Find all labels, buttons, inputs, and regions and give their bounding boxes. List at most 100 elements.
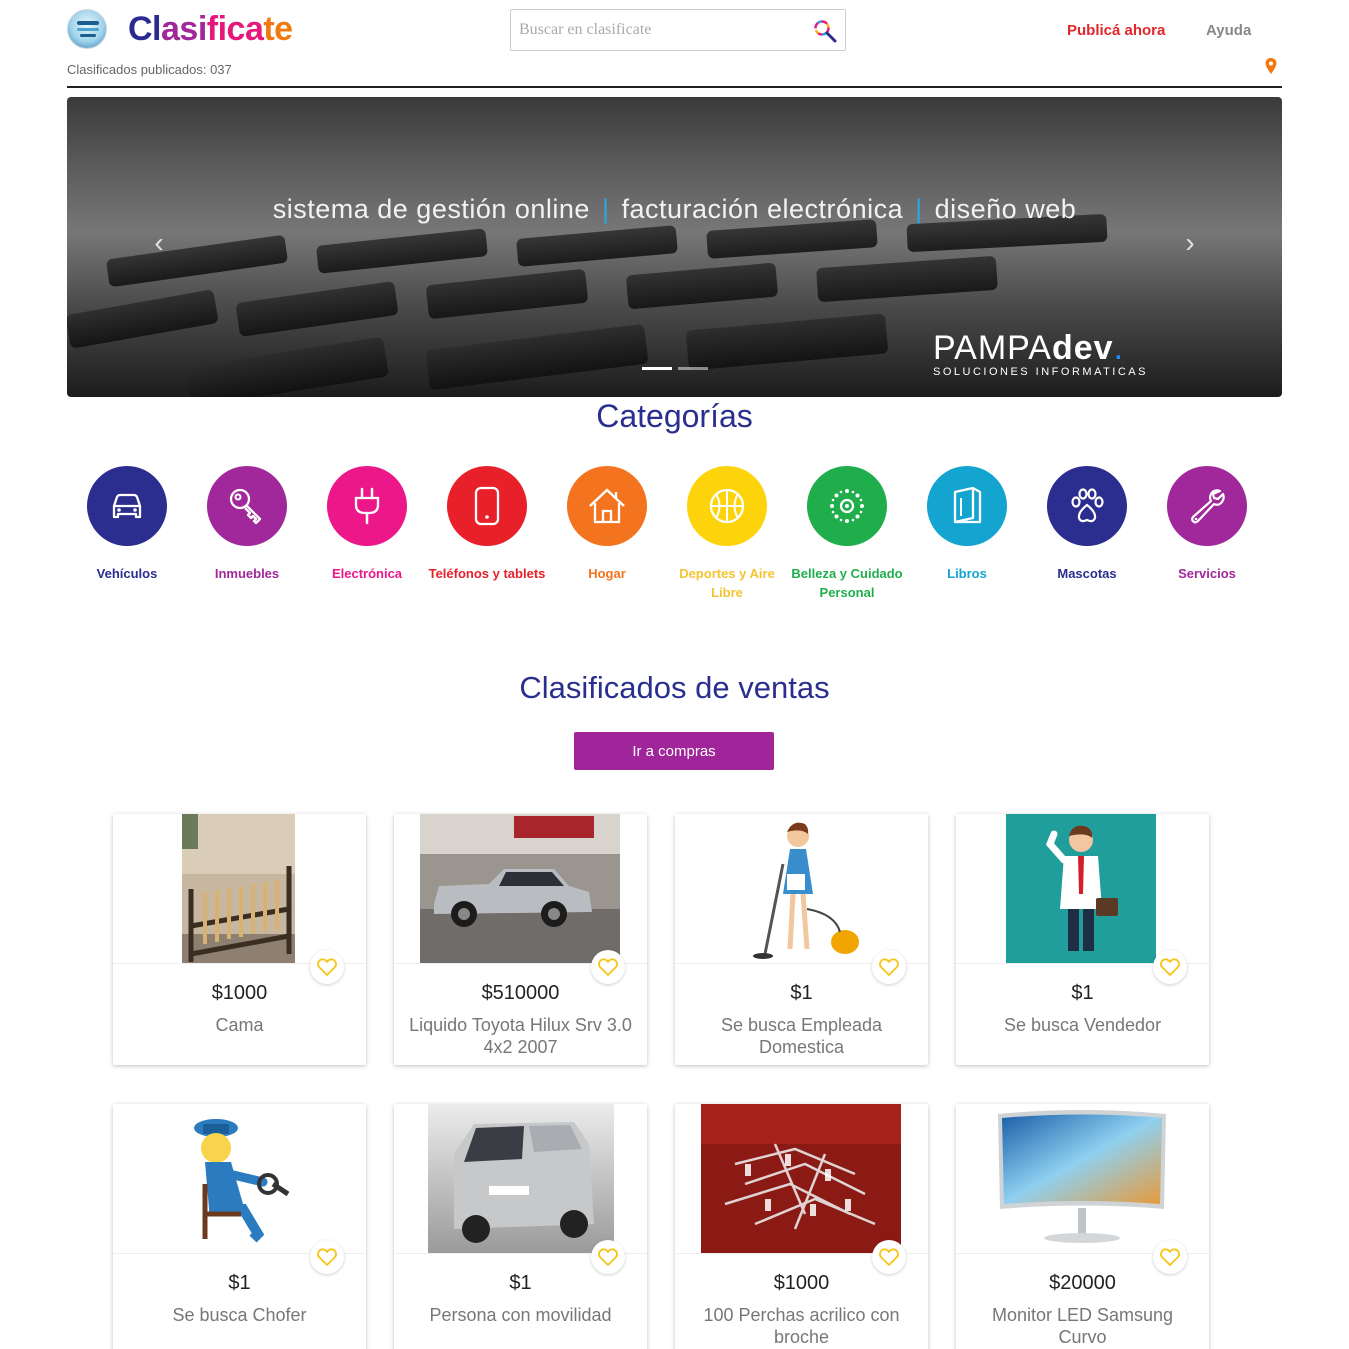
house-icon (589, 488, 625, 524)
book-icon (953, 486, 982, 524)
listing-card[interactable]: $510000 Liquido Toyota Hilux Srv 3.0 4x2… (394, 814, 647, 1065)
category-label[interactable]: Teléfonos y tablets (427, 564, 547, 583)
listing-card[interactable]: $20000 Monitor LED Samsung Curvo (956, 1104, 1209, 1349)
category-electronica[interactable]: Electrónica (307, 466, 427, 583)
category-circle[interactable] (87, 466, 167, 546)
category-circle[interactable] (207, 466, 287, 546)
listing-title[interactable]: Persona con movilidad (404, 1304, 637, 1326)
phone-icon (474, 486, 500, 526)
category-label[interactable]: Servicios (1147, 564, 1267, 583)
category-label[interactable]: Vehículos (67, 564, 187, 583)
tagline-part: sistema de gestión online (272, 194, 590, 224)
category-circle[interactable] (927, 466, 1007, 546)
carousel-next-icon[interactable]: › (1178, 229, 1202, 257)
carousel-prev-icon[interactable]: ‹ (147, 229, 171, 257)
category-belleza[interactable]: Belleza y Cuidado Personal (787, 466, 907, 602)
category-servicios[interactable]: Servicios (1147, 466, 1267, 583)
tagline-separator: | (915, 194, 923, 224)
category-deportes[interactable]: Deportes y Aire Libre (667, 466, 787, 602)
category-label[interactable]: Electrónica (307, 564, 427, 583)
category-label[interactable]: Belleza y Cuidado Personal (787, 564, 907, 602)
car-icon (112, 493, 142, 519)
listing-image[interactable] (956, 814, 1209, 964)
brand-wordmark[interactable]: Clasificate (128, 10, 293, 49)
listing-image[interactable] (675, 814, 928, 964)
favorite-button[interactable] (872, 1240, 906, 1274)
favorite-button[interactable] (1153, 1240, 1187, 1274)
paw-icon (1071, 488, 1104, 523)
favorite-button[interactable] (1153, 950, 1187, 984)
category-inmuebles[interactable]: Inmuebles (187, 466, 307, 583)
carousel-indicator[interactable] (642, 367, 672, 370)
listing-title[interactable]: Se busca Empleada Domestica (685, 1014, 918, 1058)
listing-card[interactable]: $1 Persona con movilidad (394, 1104, 647, 1349)
listing-title[interactable]: Monitor LED Samsung Curvo (966, 1304, 1199, 1348)
pickup-photo (394, 814, 647, 963)
favorite-button[interactable] (872, 950, 906, 984)
category-circle[interactable] (567, 466, 647, 546)
listing-image[interactable] (394, 1104, 647, 1254)
listing-title[interactable]: 100 Perchas acrilico con broche (685, 1304, 918, 1348)
bed-photo (113, 814, 366, 963)
category-label[interactable]: Libros (907, 564, 1027, 583)
listing-card[interactable]: $1 Se busca Chofer (113, 1104, 366, 1349)
listing-title[interactable]: Se busca Chofer (123, 1304, 356, 1326)
promo-carousel[interactable]: sistema de gestión online | facturación el… (67, 97, 1282, 397)
van-photo (394, 1104, 647, 1253)
tagline-separator: | (601, 194, 610, 224)
category-circle[interactable] (807, 466, 887, 546)
search-input[interactable] (519, 19, 799, 41)
category-label[interactable]: Hogar (547, 564, 667, 583)
category-libros[interactable]: Libros (907, 466, 1027, 583)
pampadev-logo: PAMPAdev. SOLUCIONES INFORMATICAS (933, 329, 1148, 378)
listing-card[interactable]: $1 Se busca Vendedor (956, 814, 1209, 1065)
listing-price: $1 (228, 1272, 251, 1294)
favorite-button[interactable] (591, 1240, 625, 1274)
favorite-button[interactable] (310, 1240, 344, 1274)
listing-title[interactable]: Se busca Vendedor (966, 1014, 1199, 1036)
search-icon[interactable] (812, 18, 838, 44)
favorite-button[interactable] (591, 950, 625, 984)
category-circle[interactable] (1167, 466, 1247, 546)
listing-title[interactable]: Cama (123, 1014, 356, 1036)
category-label[interactable]: Deportes y Aire Libre (667, 564, 787, 602)
listing-price: $1000 (773, 1272, 830, 1294)
listing-card[interactable]: $1 Se busca Empleada Domestica (675, 814, 928, 1065)
site-logo-icon[interactable] (67, 9, 107, 49)
listing-image[interactable] (956, 1104, 1209, 1254)
publish-now-link[interactable]: Publicá ahora (1067, 22, 1165, 39)
carousel-indicator[interactable] (678, 367, 708, 370)
listing-price: $1000 (211, 982, 268, 1004)
category-circle[interactable] (1047, 466, 1127, 546)
plug-icon (354, 487, 380, 525)
listing-title[interactable]: Liquido Toyota Hilux Srv 3.0 4x2 2007 (404, 1014, 637, 1058)
category-circle[interactable] (327, 466, 407, 546)
go-to-shop-button[interactable]: Ir a compras (574, 732, 774, 770)
category-label[interactable]: Inmuebles (187, 564, 307, 583)
listing-image[interactable] (113, 814, 366, 964)
help-link[interactable]: Ayuda (1206, 22, 1251, 39)
heart-icon (598, 1248, 618, 1266)
listing-card[interactable]: $1000 Cama (113, 814, 366, 1065)
category-label[interactable]: Mascotas (1027, 564, 1147, 583)
favorite-button[interactable] (310, 950, 344, 984)
pampadev-dot: . (1113, 329, 1125, 367)
location-pin-icon[interactable] (1264, 58, 1278, 74)
category-vehiculos[interactable]: Vehículos (67, 466, 187, 583)
sparkle-icon (830, 489, 864, 523)
brand-part: Cl (128, 10, 162, 48)
listing-image[interactable] (113, 1104, 366, 1254)
listing-card[interactable]: $1000 100 Perchas acrilico con broche (675, 1104, 928, 1349)
pampadev-wordmark-b: dev (1052, 329, 1114, 367)
listing-price: $1 (509, 1272, 532, 1294)
category-circle[interactable] (687, 466, 767, 546)
category-circle[interactable] (447, 466, 527, 546)
heart-icon (1160, 958, 1180, 976)
category-mascotas[interactable]: Mascotas (1027, 466, 1147, 583)
listing-image[interactable] (394, 814, 647, 964)
key-icon (229, 488, 262, 525)
category-hogar[interactable]: Hogar (547, 466, 667, 583)
listing-image[interactable] (675, 1104, 928, 1254)
category-telefonos[interactable]: Teléfonos y tablets (427, 466, 547, 583)
hangers-photo (675, 1104, 928, 1253)
